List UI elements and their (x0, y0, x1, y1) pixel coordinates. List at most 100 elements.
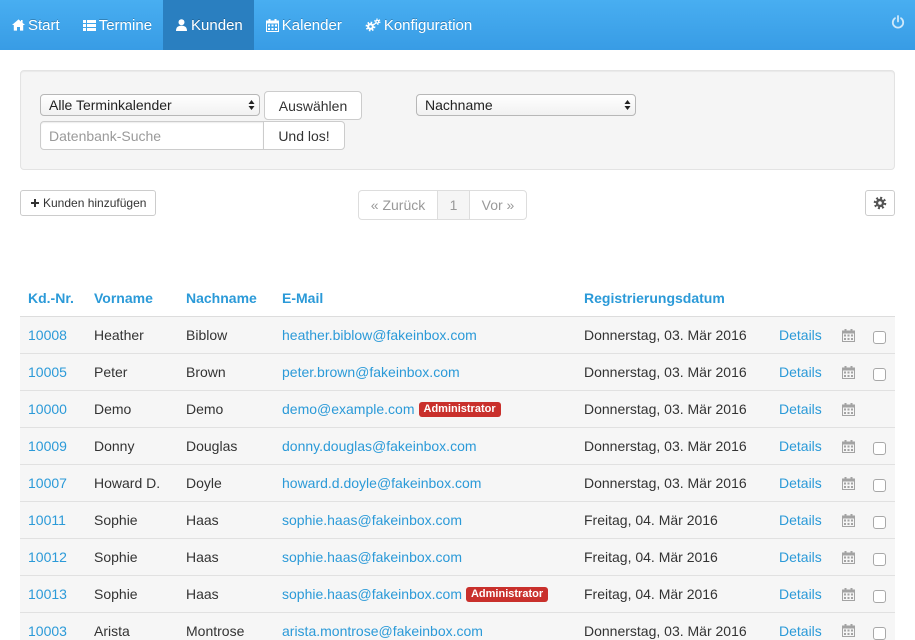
cell-customer-id: 10011 (20, 502, 86, 538)
details-link[interactable]: Details (779, 401, 822, 418)
cell-customer-id: 10005 (20, 354, 86, 390)
cell-registered: Freitag, 04. Mär 2016 (576, 502, 771, 538)
table-row: 10013 Sophie Haas sophie.haas@fakeinbox.com… (20, 576, 895, 613)
email-link[interactable]: donny.douglas@fakeinbox.com (282, 438, 477, 455)
nav-item-kunden[interactable]: Kunden (163, 0, 254, 50)
customer-id-link[interactable]: 10000 (28, 401, 67, 418)
cell-registered: Donnerstag, 03. Mär 2016 (576, 613, 771, 640)
last-name: Demo (186, 400, 224, 417)
cell-customer-id: 10003 (20, 613, 86, 640)
details-link[interactable]: Details (779, 327, 822, 344)
cell-appointments (834, 465, 866, 501)
cell-select (866, 502, 895, 538)
calendar-icon[interactable] (842, 476, 855, 490)
registration-date: Donnerstag, 03. Mär 2016 (584, 363, 747, 380)
cell-first-name: Arista (86, 613, 178, 640)
customer-id-link[interactable]: 10003 (28, 623, 67, 640)
calendar-icon[interactable] (842, 624, 855, 637)
nav-item-konfiguration[interactable]: Konfiguration (353, 0, 483, 50)
column-header-registered[interactable]: Registrierungsdatum (576, 280, 771, 316)
last-name: Haas (186, 585, 219, 602)
first-name: Peter (94, 363, 128, 380)
row-select-checkbox[interactable] (873, 516, 886, 529)
customers-table: Kd.-Nr. Vorname Nachname E-Mail Registri… (20, 280, 895, 640)
cell-email: sophie.haas@fakeinbox.com (274, 502, 576, 538)
column-header-first-name[interactable]: Vorname (86, 280, 178, 316)
nav-item-kalender[interactable]: Kalender (254, 0, 353, 50)
row-select-checkbox[interactable] (873, 627, 886, 640)
cell-select (866, 465, 895, 501)
details-link[interactable]: Details (779, 364, 822, 381)
cell-first-name: Demo (86, 391, 178, 427)
details-link[interactable]: Details (779, 586, 822, 603)
table-row: 10007 Howard D. Doyle howard.d.doyle@fakein… (20, 465, 895, 502)
cell-last-name: Douglas (178, 428, 274, 464)
cell-appointments (834, 354, 866, 390)
table-row: 10009 Donny Douglas donny.douglas@fakeinbox… (20, 428, 895, 465)
calendar-icon[interactable] (842, 402, 855, 416)
cell-last-name: Brown (178, 354, 274, 390)
nav-item-start[interactable]: Start (0, 0, 71, 50)
email-link[interactable]: arista.montrose@fakeinbox.com (282, 623, 483, 640)
calendar-select[interactable]: Alle Terminkalender (40, 94, 260, 116)
table-row: 10005 Peter Brown peter.brown@fakeinbox.com… (20, 354, 895, 391)
calendar-icon[interactable] (842, 513, 855, 527)
registration-date: Donnerstag, 03. Mär 2016 (584, 437, 747, 454)
customer-id-link[interactable]: 10008 (28, 327, 67, 344)
search-input[interactable] (40, 121, 264, 150)
details-link[interactable]: Details (779, 623, 822, 640)
registration-date: Donnerstag, 03. Mär 2016 (584, 623, 747, 639)
row-select-checkbox[interactable] (873, 479, 886, 492)
column-header-email[interactable]: E-Mail (274, 280, 576, 316)
email-link[interactable]: sophie.haas@fakeinbox.com (282, 549, 462, 566)
row-select-checkbox[interactable] (873, 331, 886, 344)
customer-id-link[interactable]: 10013 (28, 586, 67, 603)
calendar-icon[interactable] (842, 365, 855, 379)
select-calendar-button[interactable]: Auswählen (264, 91, 362, 120)
row-select-checkbox[interactable] (873, 553, 886, 566)
customer-id-link[interactable]: 10011 (28, 512, 66, 529)
calendar-icon[interactable] (842, 550, 855, 564)
search-button[interactable]: Und los! (263, 121, 345, 150)
calendar-icon[interactable] (842, 439, 855, 453)
cell-email: howard.d.doyle@fakeinbox.com (274, 465, 576, 501)
email-link[interactable]: demo@example.com (282, 401, 415, 418)
details-link[interactable]: Details (779, 549, 822, 566)
row-select-checkbox[interactable] (873, 442, 886, 455)
calendar-icon[interactable] (842, 328, 855, 342)
details-link[interactable]: Details (779, 475, 822, 492)
table-settings-button[interactable] (865, 190, 895, 216)
cell-email: arista.montrose@fakeinbox.com (274, 613, 576, 640)
pagination-prev-button[interactable]: « Zurück (358, 190, 438, 220)
cell-last-name: Biblow (178, 317, 274, 353)
details-link[interactable]: Details (779, 438, 822, 455)
pagination-next-button[interactable]: Vor » (469, 190, 527, 220)
cell-details: Details (771, 317, 834, 353)
power-icon[interactable] (891, 15, 905, 29)
cell-details: Details (771, 354, 834, 390)
customer-id-link[interactable]: 10012 (28, 549, 67, 566)
cell-details: Details (771, 391, 834, 427)
cell-customer-id: 10007 (20, 465, 86, 501)
cell-select (866, 317, 895, 353)
column-header-id[interactable]: Kd.-Nr. (20, 280, 86, 316)
email-link[interactable]: sophie.haas@fakeinbox.com (282, 586, 462, 603)
cell-select (866, 428, 895, 464)
customer-id-link[interactable]: 10007 (28, 475, 67, 492)
customer-id-link[interactable]: 10005 (28, 364, 67, 381)
calendar-icon[interactable] (842, 587, 855, 601)
nav-item-termine[interactable]: Termine (71, 0, 163, 50)
customer-id-link[interactable]: 10009 (28, 438, 67, 455)
column-header-last-name[interactable]: Nachname (178, 280, 274, 316)
details-link[interactable]: Details (779, 512, 822, 529)
row-select-checkbox[interactable] (873, 590, 886, 603)
email-link[interactable]: heather.biblow@fakeinbox.com (282, 327, 477, 344)
email-link[interactable]: sophie.haas@fakeinbox.com (282, 512, 462, 529)
cell-registered: Freitag, 04. Mär 2016 (576, 576, 771, 612)
email-link[interactable]: howard.d.doyle@fakeinbox.com (282, 475, 481, 492)
add-customer-button[interactable]: Kunden hinzufügen (20, 190, 156, 216)
sort-select[interactable]: Nachname (416, 94, 636, 116)
add-customer-label: Kunden hinzufügen (43, 196, 147, 210)
row-select-checkbox[interactable] (873, 368, 886, 381)
email-link[interactable]: peter.brown@fakeinbox.com (282, 364, 460, 381)
